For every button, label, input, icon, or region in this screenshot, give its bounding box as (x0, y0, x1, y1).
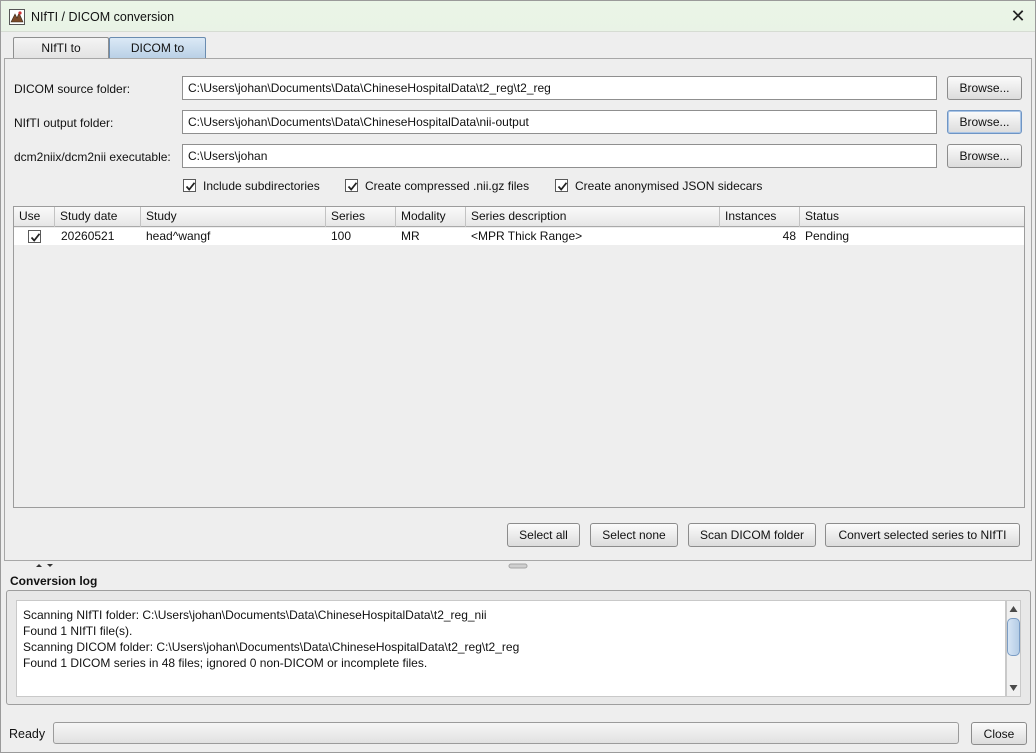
browse-output-button[interactable]: Browse... (947, 110, 1022, 134)
cell-series: 100 (331, 229, 352, 243)
table-row[interactable]: 20260521 head^wangf 100 MR <MPR Thick Ra… (14, 228, 1024, 245)
anonymised-json-label: Create anonymised JSON sidecars (575, 179, 763, 193)
status-text: Ready (9, 727, 46, 741)
scan-dicom-folder-button[interactable]: Scan DICOM folder (688, 523, 816, 547)
cell-study-date: 20260521 (61, 229, 115, 243)
series-table[interactable]: Use Study date Study Series Modality Ser… (13, 206, 1025, 508)
table-header: Use Study date Study Series Modality Ser… (14, 207, 1024, 227)
app-logo-icon (9, 9, 25, 25)
compressed-nii-checkbox[interactable] (345, 179, 358, 192)
row-use-checkbox[interactable] (28, 230, 41, 243)
scroll-down-arrow-icon[interactable] (1007, 682, 1020, 694)
column-header-study-date[interactable]: Study date (55, 207, 141, 227)
conversion-log-text[interactable]: Scanning NIfTI folder: C:\Users\johan\Do… (16, 600, 1006, 697)
cell-series-description: <MPR Thick Range> (471, 229, 583, 243)
compressed-nii-label: Create compressed .nii.gz files (365, 179, 530, 193)
select-all-button[interactable]: Select all (507, 523, 580, 547)
checkmark-icon (557, 182, 568, 191)
title-bar: NIfTI / DICOM conversion ✕ (1, 1, 1035, 32)
scroll-up-arrow-icon[interactable] (1007, 603, 1020, 615)
include-subdirectories-label: Include subdirectories (203, 179, 320, 193)
split-pane-divider[interactable] (1, 562, 1035, 570)
log-line: Found 1 DICOM series in 48 files; ignore… (23, 656, 428, 670)
conversion-log-title: Conversion log (10, 574, 98, 588)
window-title: NIfTI / DICOM conversion (31, 10, 175, 24)
close-button[interactable]: Close (971, 722, 1027, 745)
collapse-down-icon[interactable] (47, 564, 53, 567)
checkmark-icon (347, 182, 358, 191)
checkmark-icon (30, 233, 41, 242)
tab-nifti-to-dicom[interactable]: NIfTI to DICOM (13, 37, 109, 75)
log-line: Scanning DICOM folder: C:\Users\johan\Do… (23, 640, 520, 654)
log-line: Found 1 NIfTI file(s). (23, 624, 133, 638)
tab-dicom-to-nifti[interactable]: DICOM to NIfTI (109, 37, 206, 75)
progress-bar (53, 722, 959, 744)
column-header-study[interactable]: Study (141, 207, 326, 227)
cell-status: Pending (805, 229, 850, 243)
collapse-up-icon[interactable] (36, 564, 42, 567)
checkmark-icon (185, 182, 196, 191)
column-header-instances[interactable]: Instances (720, 207, 800, 227)
close-window-icon[interactable]: ✕ (1001, 1, 1035, 31)
cell-study: head^wangf (146, 229, 211, 243)
column-header-modality[interactable]: Modality (396, 207, 466, 227)
scrollbar-thumb[interactable] (1007, 618, 1020, 656)
anonymised-json-checkbox[interactable] (555, 179, 568, 192)
executable-label: dcm2niix/dcm2nii executable: (14, 150, 171, 164)
log-vertical-scrollbar[interactable] (1006, 600, 1021, 697)
column-header-status[interactable]: Status (800, 207, 1024, 227)
cell-modality: MR (401, 229, 420, 243)
column-header-series-description[interactable]: Series description (466, 207, 720, 227)
divider-grip-icon[interactable] (508, 563, 528, 569)
convert-series-button[interactable]: Convert selected series to NIfTI (825, 523, 1020, 547)
executable-field[interactable]: C:\Users\johan (182, 144, 937, 168)
source-folder-label: DICOM source folder: (14, 82, 131, 96)
browse-executable-button[interactable]: Browse... (947, 144, 1022, 168)
column-header-use[interactable]: Use (14, 207, 55, 227)
source-folder-field[interactable]: C:\Users\johan\Documents\Data\ChineseHos… (182, 76, 937, 100)
cell-instances: 48 (782, 229, 796, 243)
column-header-series[interactable]: Series (326, 207, 396, 227)
output-folder-label: NIfTI output folder: (14, 116, 114, 130)
conversion-window: NIfTI / DICOM conversion ✕ NIfTI to DICO… (0, 0, 1036, 753)
include-subdirectories-checkbox[interactable] (183, 179, 196, 192)
browse-source-button[interactable]: Browse... (947, 76, 1022, 100)
output-folder-field[interactable]: C:\Users\johan\Documents\Data\ChineseHos… (182, 110, 937, 134)
select-none-button[interactable]: Select none (590, 523, 678, 547)
log-line: Scanning NIfTI folder: C:\Users\johan\Do… (23, 608, 487, 622)
